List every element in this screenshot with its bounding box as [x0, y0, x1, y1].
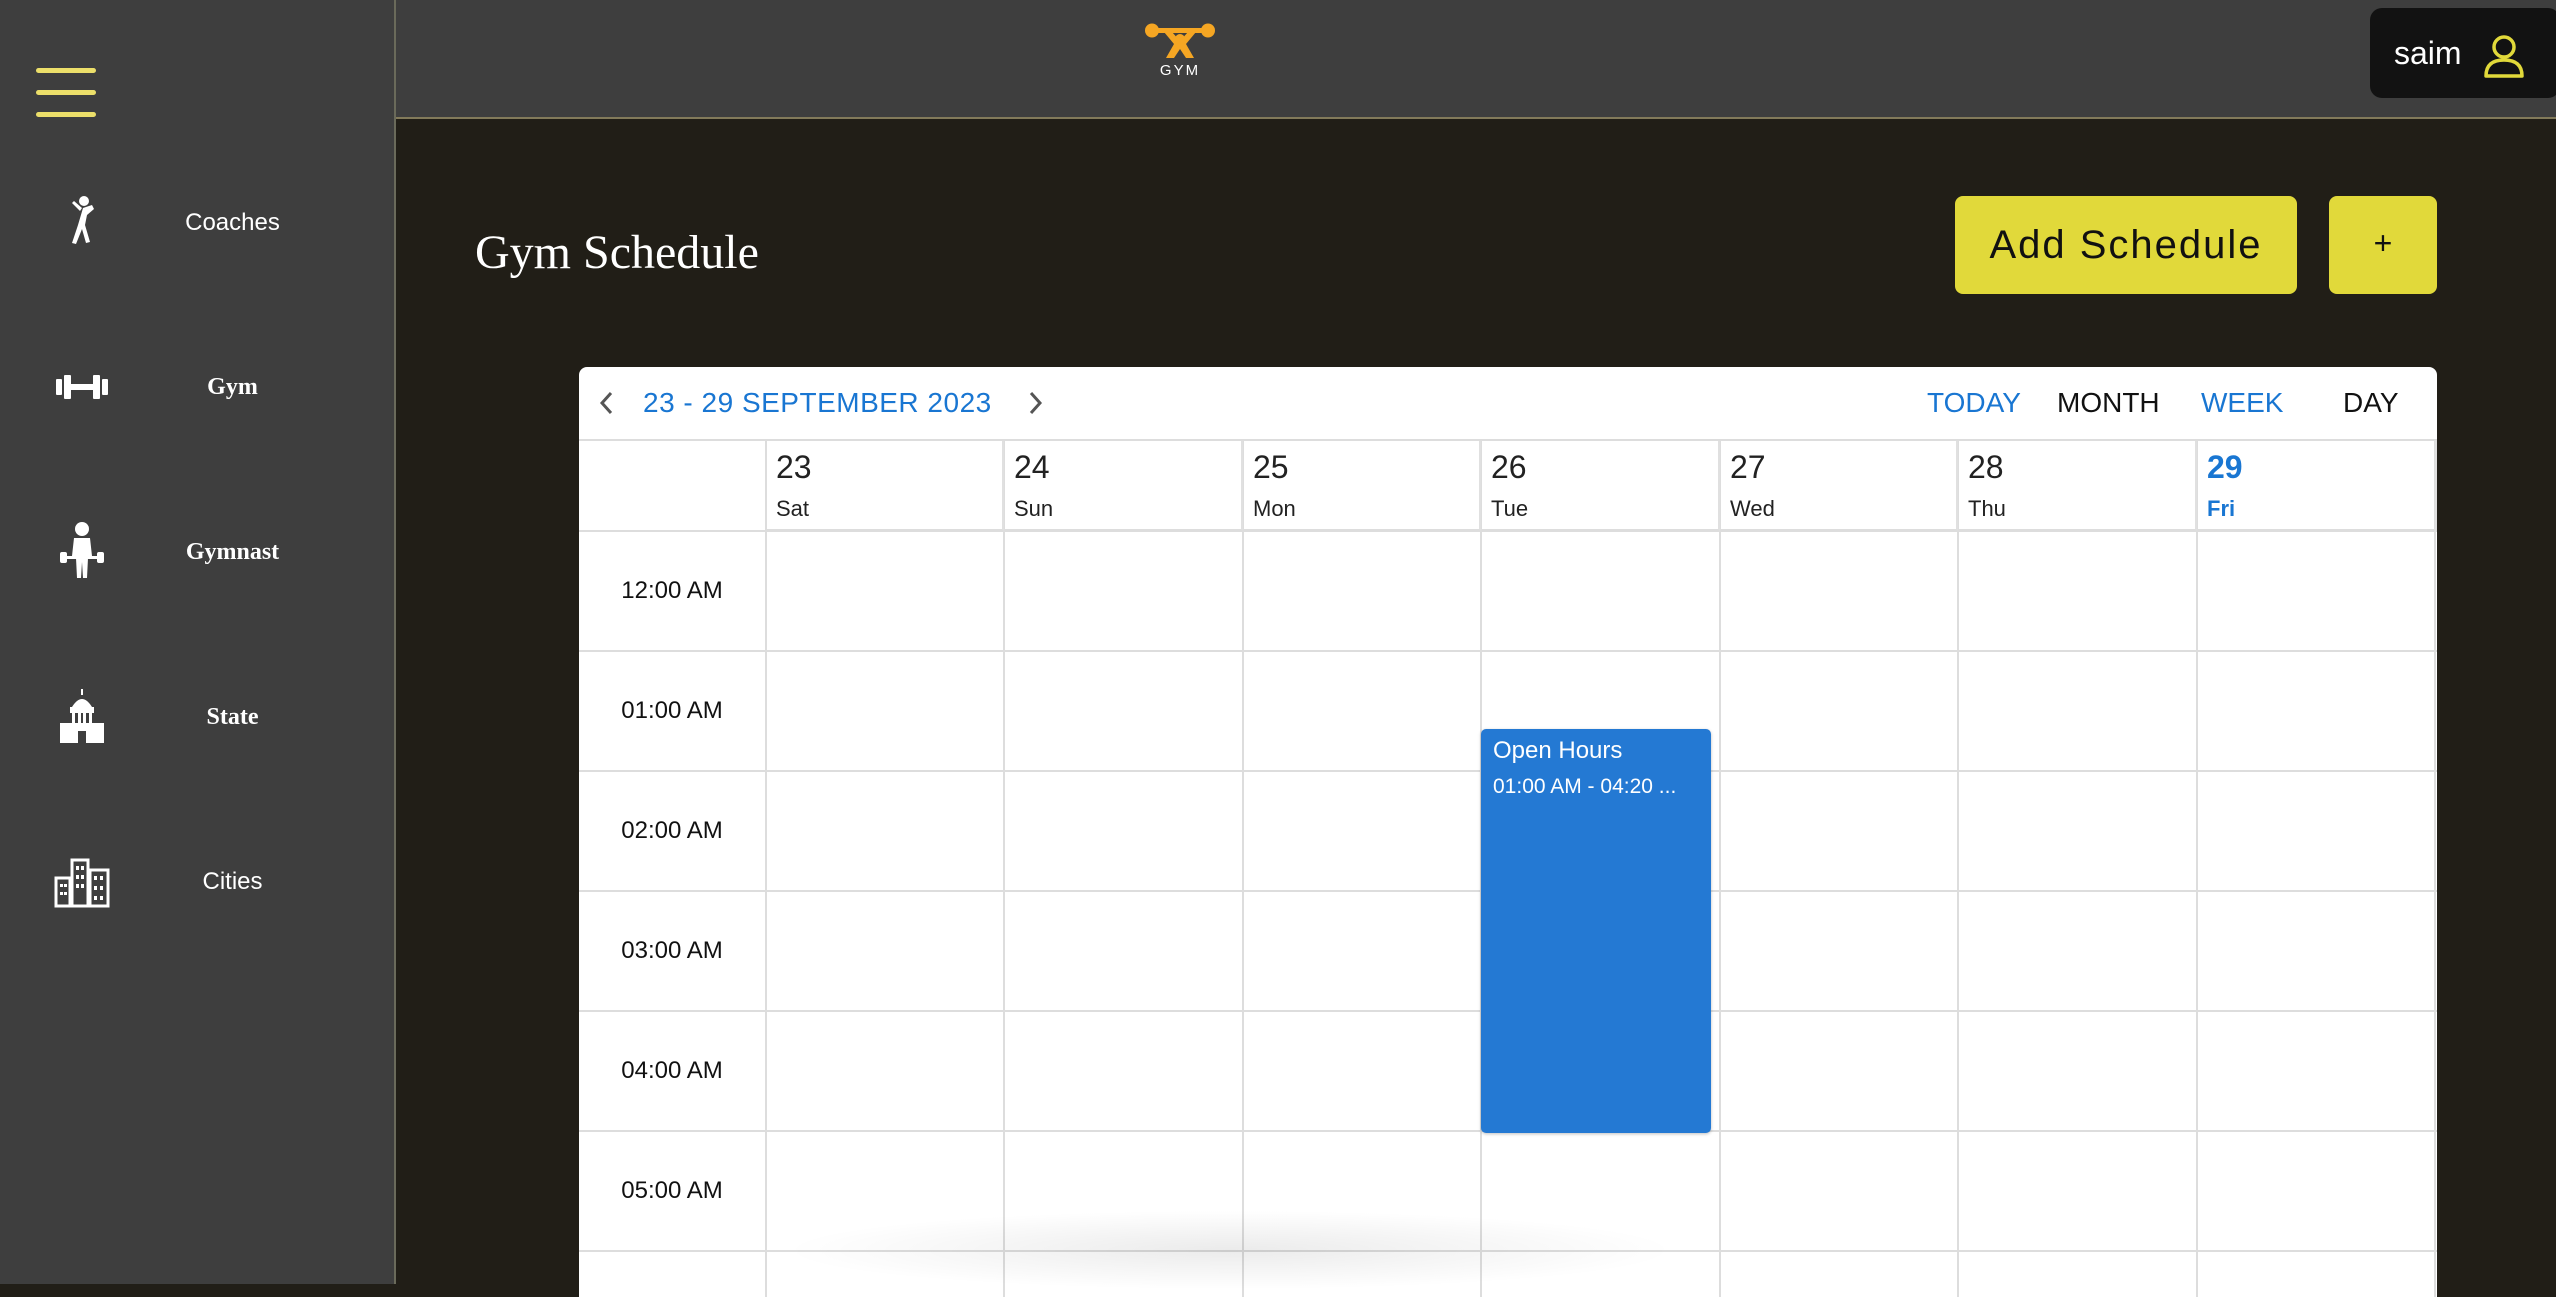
- day-number: 28: [1968, 449, 2004, 485]
- weightlifter-logo-icon: [1145, 23, 1215, 58]
- time-slot-label: 05:00 AM: [621, 1177, 723, 1204]
- day-header-sun[interactable]: 24 Sun: [1004, 441, 1243, 531]
- day-name: Wed: [1730, 496, 1775, 521]
- date-range-label[interactable]: 23 - 29 SEPTEMBER 2023: [643, 367, 992, 439]
- sidebar-item-gymnast[interactable]: Gymnast: [0, 492, 394, 612]
- username: saim: [2394, 35, 2462, 71]
- add-schedule-button[interactable]: Add Schedule: [1955, 196, 2297, 294]
- day-number: 27: [1730, 449, 1766, 485]
- day-header-wed[interactable]: 27 Wed: [1720, 441, 1958, 531]
- sidebar-item-cities[interactable]: Cities: [0, 822, 394, 942]
- event-open-hours[interactable]: Open Hours 01:00 AM - 04:20 ...: [1481, 729, 1711, 1133]
- sidebar-item-state[interactable]: State: [0, 657, 394, 777]
- sidebar-item-gym[interactable]: Gym: [0, 327, 394, 447]
- day-name: Thu: [1968, 496, 2006, 521]
- sidebar-item-label: Cities: [202, 868, 263, 895]
- user-icon: [2484, 35, 2524, 78]
- hamburger-menu-icon[interactable]: [36, 68, 96, 120]
- sidebar: Coaches Gym Gymnast State Cities: [0, 0, 396, 1284]
- time-slot-label: 03:00 AM: [621, 937, 723, 964]
- city-buildings-icon: [54, 858, 110, 908]
- sidebar-item-coaches[interactable]: Coaches: [0, 163, 394, 283]
- plus-button[interactable]: +: [2329, 196, 2437, 294]
- day-number: 23: [776, 449, 812, 485]
- top-bar: GYM saim: [396, 0, 2556, 119]
- event-title: Open Hours: [1493, 737, 1623, 764]
- day-number: 26: [1491, 449, 1527, 485]
- calendar-toolbar: 23 - 29 SEPTEMBER 2023 TODAY MONTH WEEK …: [579, 367, 2437, 439]
- day-name: Sun: [1014, 496, 1054, 521]
- gym-logo[interactable]: GYM: [1144, 22, 1216, 82]
- user-menu-button[interactable]: saim: [2370, 8, 2556, 98]
- sidebar-item-label: Gym: [207, 374, 258, 400]
- day-header-sat[interactable]: 23 Sat: [766, 441, 1004, 531]
- time-slot-label: 12:00 AM: [621, 577, 723, 604]
- day-name: Fri: [2207, 496, 2236, 521]
- capitol-icon: [60, 689, 104, 743]
- gymnast-icon: [60, 522, 104, 578]
- sidebar-item-label: Coaches: [185, 209, 280, 236]
- day-number: 29: [2207, 449, 2243, 485]
- coach-icon: [72, 196, 94, 244]
- day-name: Tue: [1491, 496, 1529, 521]
- time-slot-label: 02:00 AM: [621, 817, 723, 844]
- day-number: 25: [1253, 449, 1289, 485]
- day-header-thu[interactable]: 28 Thu: [1958, 441, 2197, 531]
- time-slot-label: 04:00 AM: [621, 1057, 723, 1084]
- sidebar-item-label: State: [206, 704, 259, 730]
- chevron-right-icon[interactable]: [1021, 385, 1049, 421]
- day-view-button[interactable]: DAY: [2343, 367, 2399, 439]
- day-header-mon[interactable]: 25 Mon: [1243, 441, 1481, 531]
- day-name: Sat: [776, 496, 810, 521]
- month-view-button[interactable]: MONTH: [2057, 367, 2160, 439]
- event-time: 01:00 AM - 04:20 ...: [1493, 775, 1677, 798]
- page-title: Gym Schedule: [475, 226, 759, 279]
- today-button[interactable]: TODAY: [1927, 367, 2021, 439]
- week-calendar: 23 - 29 SEPTEMBER 2023 TODAY MONTH WEEK …: [579, 367, 2437, 1297]
- day-header-tue[interactable]: 26 Tue: [1481, 441, 1720, 531]
- week-view-button[interactable]: WEEK: [2201, 367, 2283, 439]
- time-slot-label: 01:00 AM: [621, 697, 723, 724]
- logo-text: GYM: [1159, 62, 1201, 79]
- day-number: 24: [1014, 449, 1050, 485]
- chevron-left-icon[interactable]: [593, 385, 621, 421]
- day-header-fri-today[interactable]: 29 Fri: [2197, 441, 2437, 531]
- dumbbell-icon: [56, 375, 108, 399]
- day-name: Mon: [1253, 496, 1296, 521]
- sidebar-item-label: Gymnast: [185, 539, 280, 565]
- calendar-grid: 23 Sat 24 Sun 25 Mon 26 Tue 27 Wed 28 Th…: [579, 439, 2437, 1297]
